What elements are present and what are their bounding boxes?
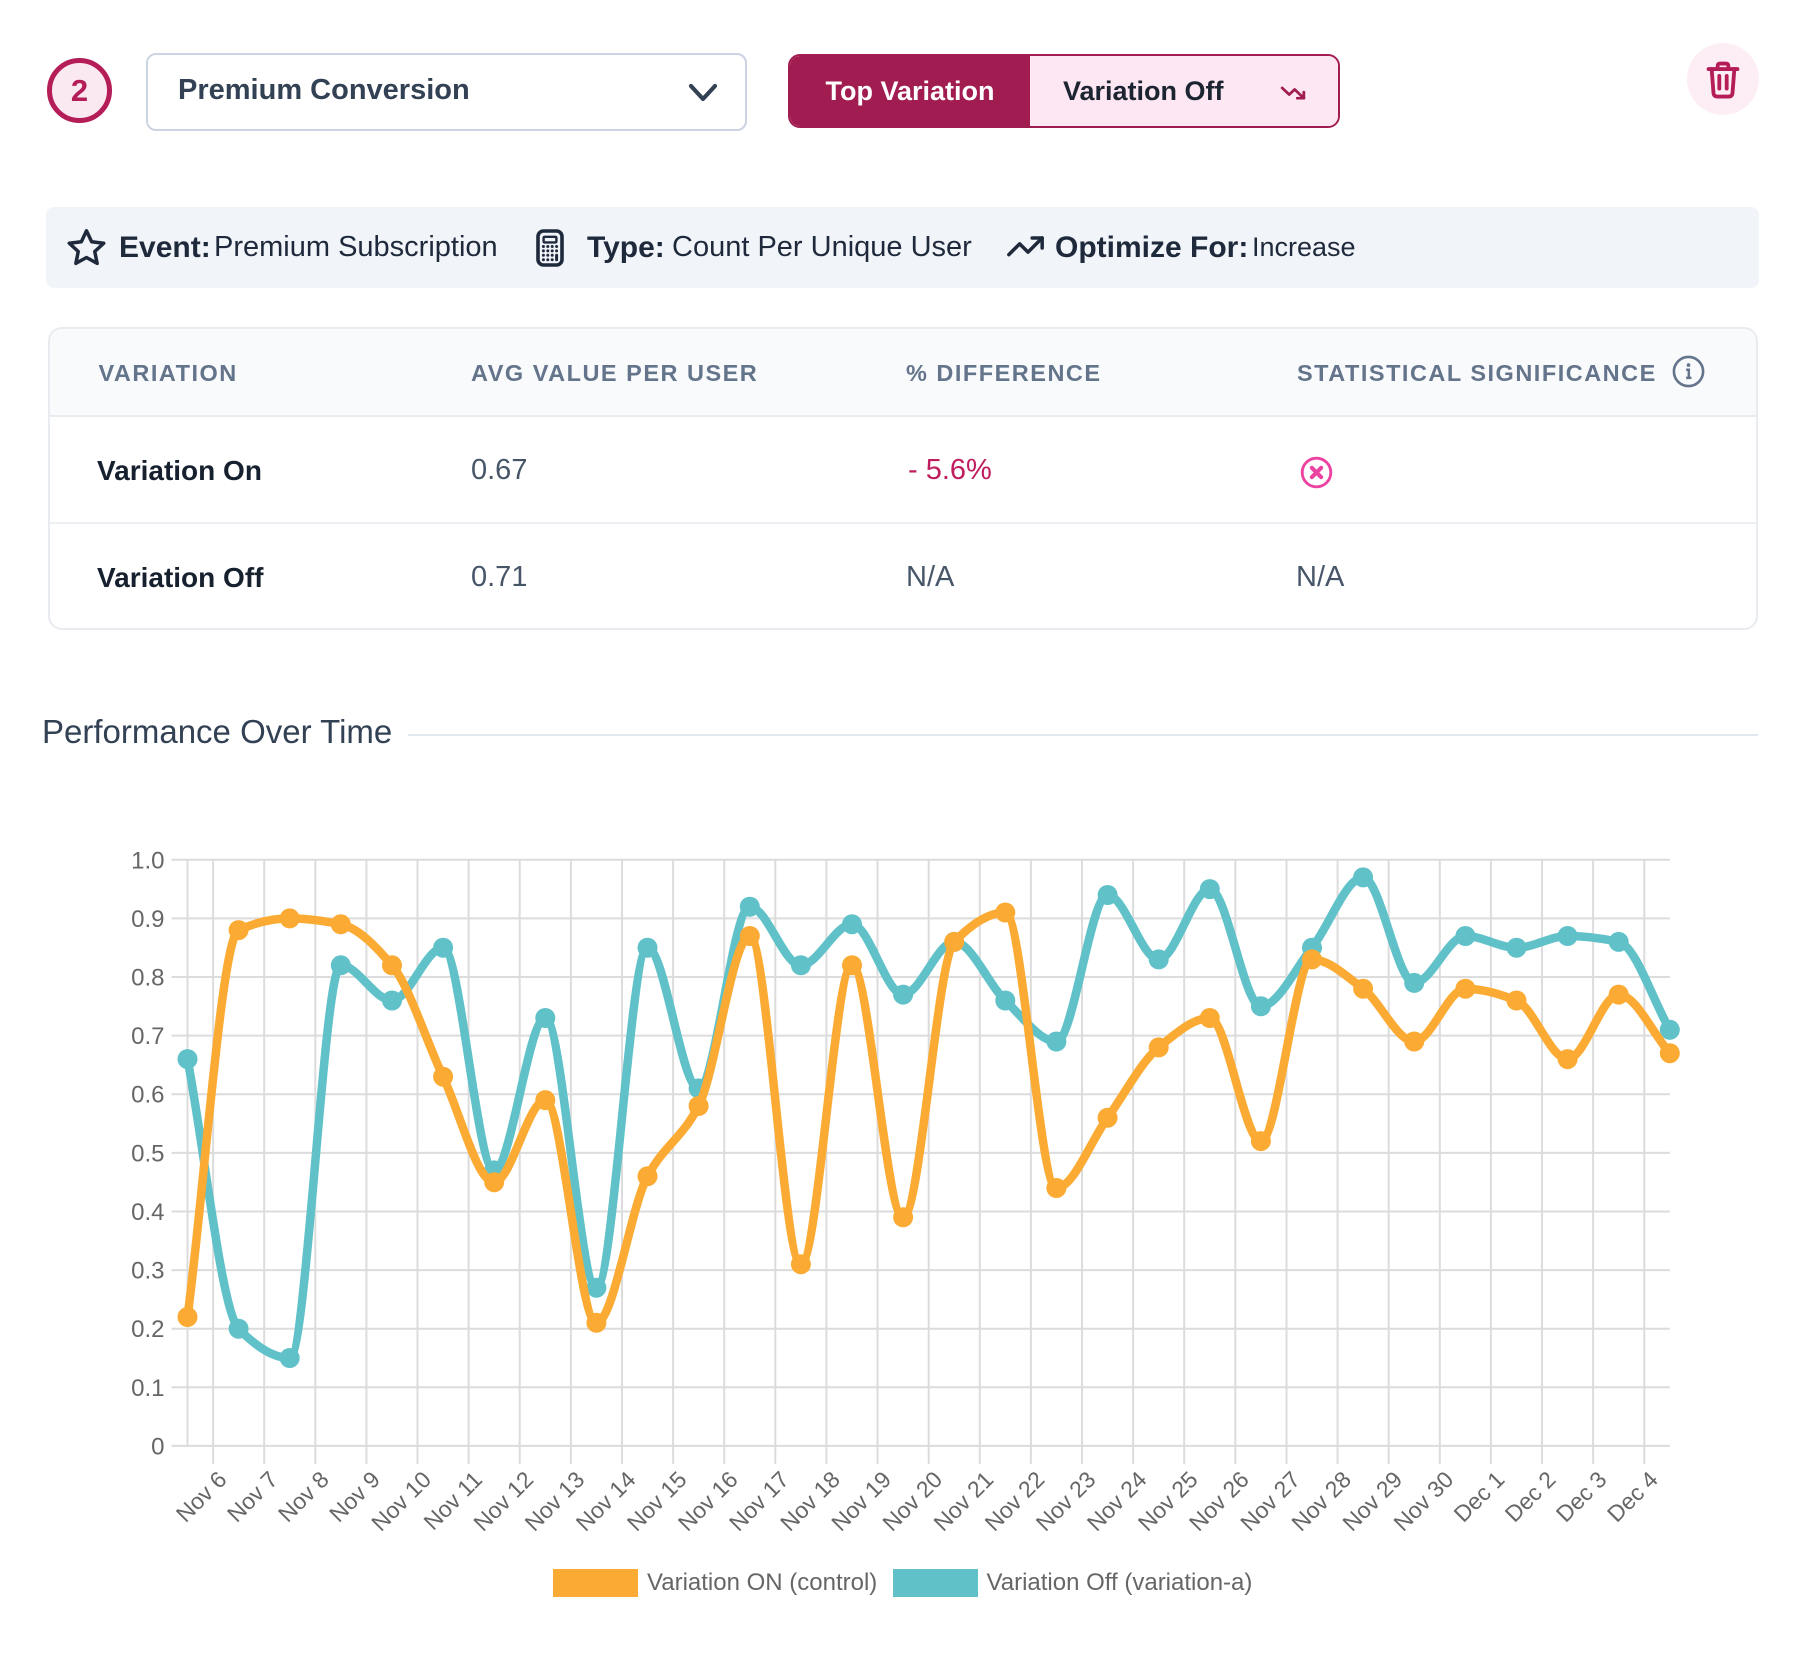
svg-text:Dec 3: Dec 3 (1551, 1466, 1612, 1527)
svg-text:0.6: 0.6 (131, 1082, 164, 1109)
svg-text:Nov 7: Nov 7 (222, 1466, 283, 1527)
svg-text:0.4: 0.4 (131, 1199, 164, 1226)
svg-text:0.8: 0.8 (131, 965, 164, 992)
svg-text:Nov 6: Nov 6 (171, 1466, 232, 1527)
svg-text:Nov 8: Nov 8 (273, 1466, 334, 1527)
svg-text:Dec 2: Dec 2 (1500, 1466, 1561, 1527)
svg-text:1.0: 1.0 (131, 847, 164, 874)
svg-text:0.9: 0.9 (131, 906, 164, 933)
svg-text:0.1: 0.1 (131, 1375, 164, 1402)
svg-text:Dec 1: Dec 1 (1449, 1466, 1510, 1527)
svg-text:0.5: 0.5 (131, 1140, 164, 1167)
svg-text:0: 0 (151, 1433, 164, 1460)
svg-text:0.7: 0.7 (131, 1023, 164, 1050)
svg-text:0.2: 0.2 (131, 1316, 164, 1343)
svg-text:Dec 4: Dec 4 (1602, 1466, 1663, 1527)
svg-text:0.3: 0.3 (131, 1258, 164, 1285)
